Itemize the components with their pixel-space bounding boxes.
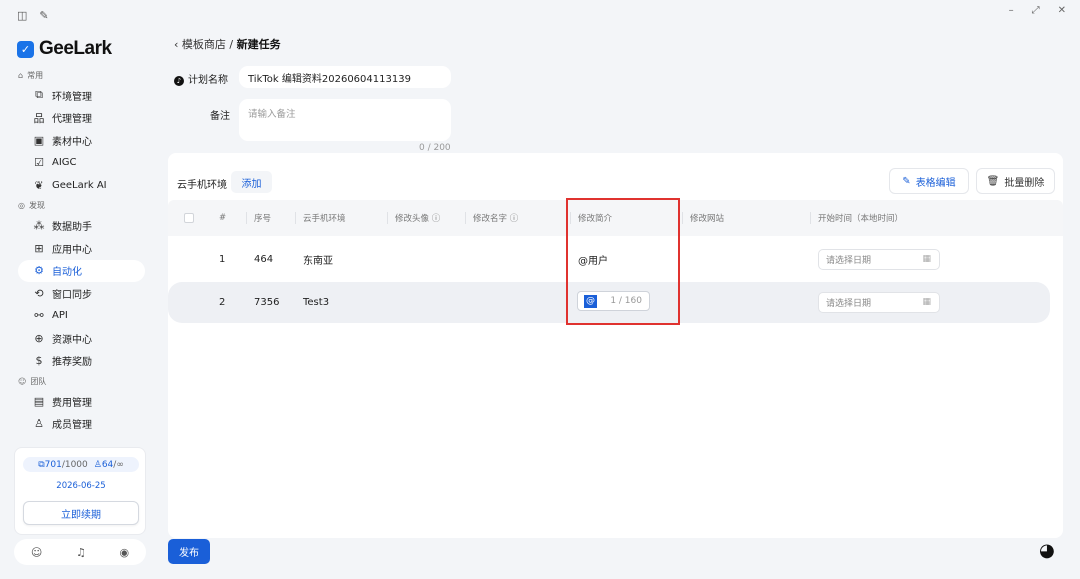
- sidebar-item-material[interactable]: ▣ 素材中心: [0, 129, 158, 152]
- material-icon: ▣: [33, 133, 45, 147]
- col-website: 修改网站: [681, 200, 724, 236]
- edit-icon[interactable]: ✎: [39, 9, 48, 22]
- note-counter: 0 / 200: [419, 143, 451, 153]
- discover-icon: ◎: [18, 201, 25, 210]
- sidebar-item-proxy[interactable]: 品代理管理: [0, 107, 158, 130]
- network-icon: 品: [33, 111, 45, 125]
- sidebar-item-apps[interactable]: ⊞ 应用中心: [0, 237, 158, 260]
- row-index: 1: [219, 254, 226, 265]
- section-discover: ◎ 发现: [18, 201, 45, 210]
- sidebar-toggle-icon[interactable]: ◫: [17, 9, 27, 22]
- row-env: 东南亚: [303, 256, 333, 267]
- renew-button[interactable]: 立即续期: [23, 501, 139, 525]
- window-controls: – ⤢ ✕: [1009, 5, 1066, 16]
- plan-name-input[interactable]: TikTok 编辑资料20260604113139: [239, 66, 451, 88]
- calendar-icon: ▦: [922, 254, 931, 264]
- sidebar-item-billing[interactable]: ▤ 费用管理: [0, 390, 158, 413]
- team-icon: ☺: [18, 376, 27, 386]
- col-start-time: 开始时间（本地时间）: [809, 200, 903, 236]
- breadcrumb-parent[interactable]: 模板商店: [182, 38, 226, 51]
- section-team: ☺ 团队: [18, 376, 47, 386]
- billing-icon: ▤: [33, 394, 45, 408]
- sidebar-item-aigc[interactable]: ☑ AIGC: [0, 152, 158, 175]
- data-icon: ⁂: [33, 219, 45, 233]
- reward-icon: $: [35, 354, 43, 368]
- sidebar-item-api[interactable]: ⚯ API: [0, 305, 158, 328]
- sidebar-top-icons: ◫ ✎: [17, 9, 49, 22]
- batch-delete-button[interactable]: 🗑 批量删除: [976, 168, 1055, 194]
- select-all-checkbox[interactable]: [184, 213, 194, 223]
- assistant-icon[interactable]: ◕: [1039, 540, 1055, 561]
- start-date-picker[interactable]: 请选择日期 ▦: [818, 249, 940, 270]
- sync-icon: ⟲: [34, 286, 44, 300]
- col-env: 云手机环境: [295, 200, 346, 236]
- row-env: Test3: [303, 297, 330, 308]
- close-icon[interactable]: ✕: [1058, 5, 1066, 16]
- sidebar: ◫ ✎ ✓ GeeLark ⌂ 常用 ⧉ 环境管理 品代理管理 ▣ 素材中心 ☑ AIG…: [0, 0, 158, 579]
- aigc-icon: ☑: [34, 156, 44, 170]
- breadcrumb-sep: /: [229, 38, 234, 51]
- panel-title: 云手机环境: [177, 180, 227, 191]
- ai-icon: ❦: [34, 178, 44, 192]
- sidebar-item-automation[interactable]: ⚙ 自动化: [18, 259, 145, 282]
- api-icon: ⚯: [34, 309, 44, 323]
- col-avatar: 修改头像 ⓘ: [386, 200, 440, 236]
- col-index: #: [219, 213, 227, 223]
- publish-button[interactable]: 发布: [168, 539, 210, 564]
- table-edit-button[interactable]: ✎ 表格编辑: [889, 168, 969, 194]
- row-serial: 7356: [254, 297, 280, 308]
- sidebar-item-sync[interactable]: ⟲ 窗口同步: [0, 282, 158, 305]
- highlight-box: [566, 198, 680, 325]
- logo-icon: ✓: [17, 40, 34, 58]
- sidebar-item-reward[interactable]: $ 推荐奖励: [0, 350, 158, 373]
- logo: ✓ GeeLark: [17, 38, 112, 60]
- quota-usage: ⧉701/1000 ♙64/∞: [23, 457, 139, 472]
- sidebar-item-env[interactable]: ⧉ 环境管理: [0, 84, 158, 107]
- start-date-picker[interactable]: 请选择日期 ▦: [818, 292, 940, 313]
- tiktok-icon: ♪: [174, 76, 184, 86]
- member-icon: ♙: [93, 459, 102, 470]
- bell-icon[interactable]: ♫: [76, 546, 86, 559]
- breadcrumb: ‹ 模板商店 / 新建任务: [174, 36, 281, 52]
- note-textarea[interactable]: 请输入备注: [239, 99, 451, 141]
- note-label: 备注: [210, 111, 230, 122]
- members-icon: ♙: [34, 417, 44, 431]
- window-icon: ⧉: [35, 88, 43, 102]
- home-icon: ⌂: [18, 70, 24, 80]
- sidebar-item-geelark-ai[interactable]: ❦ GeeLark AI: [0, 174, 158, 197]
- row-index: 2: [219, 297, 226, 308]
- pencil-icon: ✎: [902, 175, 911, 187]
- sidebar-bottom-bar: ☺ ♫ ◉: [14, 539, 146, 565]
- row-serial: 464: [254, 254, 274, 265]
- logo-text: GeeLark: [39, 38, 112, 59]
- automation-icon: ⚙: [34, 264, 44, 278]
- col-serial: 序号: [245, 200, 271, 236]
- sidebar-nav: ⌂ 常用 ⧉ 环境管理 品代理管理 ▣ 素材中心 ☑ AIGC ❦ GeeLark AI …: [0, 66, 158, 435]
- sidebar-item-members[interactable]: ♙ 成员管理: [0, 413, 158, 436]
- page-title: 新建任务: [236, 38, 281, 51]
- maximize-icon[interactable]: ⤢: [1032, 5, 1040, 16]
- expiry-date: 2026-06-25: [56, 481, 106, 491]
- support-icon[interactable]: ☺: [31, 546, 42, 559]
- minimize-icon[interactable]: –: [1009, 5, 1014, 16]
- user-icon[interactable]: ◉: [120, 546, 130, 559]
- section-common: ⌂ 常用: [18, 70, 44, 80]
- calendar-icon: ▦: [922, 297, 931, 307]
- add-button[interactable]: 添加: [231, 171, 272, 193]
- apps-icon: ⊞: [34, 241, 44, 255]
- resource-icon: ⊕: [34, 331, 44, 345]
- col-name: 修改名字 ⓘ: [464, 200, 518, 236]
- trash-icon: 🗑: [986, 175, 1000, 187]
- sidebar-item-resource[interactable]: ⊕ 资源中心: [0, 327, 158, 350]
- back-icon[interactable]: ‹: [174, 38, 178, 51]
- sidebar-item-data[interactable]: ⁂ 数据助手: [0, 215, 158, 238]
- quota-card: ⧉701/1000 ♙64/∞ 2026-06-25 立即续期: [14, 447, 146, 535]
- plan-name-label: ♪ 计划名称: [174, 71, 228, 86]
